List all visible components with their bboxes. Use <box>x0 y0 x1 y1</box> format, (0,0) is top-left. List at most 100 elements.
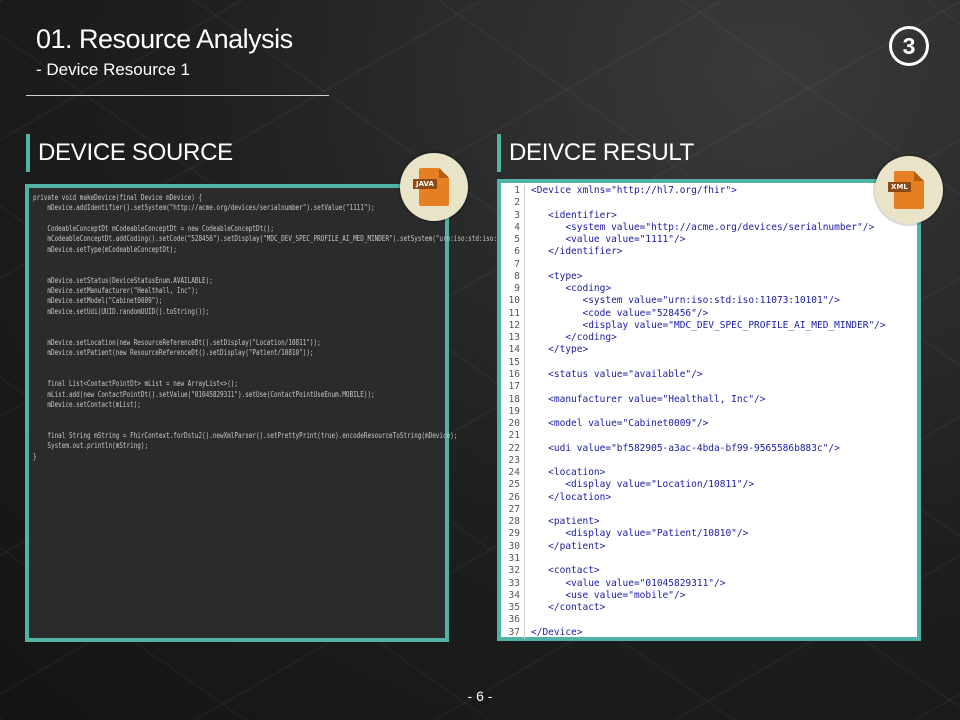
line-number: 1 <box>505 185 525 198</box>
result-code-text: </type> <box>531 344 589 356</box>
line-number: 36 <box>505 614 525 627</box>
line-number: 32 <box>505 565 525 578</box>
line-number: 11 <box>505 307 525 320</box>
java-icon-label: JAVA <box>413 179 437 189</box>
result-code-text: <type> <box>531 270 583 282</box>
result-code-line: 36 <box>505 614 913 627</box>
result-code-line: 8 <type> <box>505 270 913 284</box>
line-number: 5 <box>505 234 525 247</box>
result-code-line: 23 <box>505 454 913 468</box>
line-number: 8 <box>505 270 525 284</box>
result-code-line: 29 <display value="Patient/10810"/> <box>505 528 913 541</box>
result-code-line: 10 <system value="urn:iso:std:iso:11073:… <box>505 295 913 308</box>
source-code-line: mDevice.setModel("Cabinet0009"); <box>33 295 163 306</box>
result-code-line: 12 <display value="MDC_DEV_SPEC_PROFILE_… <box>505 319 913 333</box>
result-code-line: 37 </Device> <box>505 626 913 639</box>
result-code-line: 18 <manufacturer value="Healthall, Inc"/… <box>505 393 913 406</box>
line-number: 16 <box>505 368 525 382</box>
line-number: 13 <box>505 332 525 345</box>
result-code-text: <Device xmlns="http://hl7.org/fhir"> <box>531 185 737 196</box>
result-code-line: 11 <code value="528456"/> <box>505 307 913 320</box>
line-number: 23 <box>505 454 525 468</box>
line-number: 15 <box>505 356 525 369</box>
source-code-line: final List<ContactPointDt> mList = new A… <box>33 378 239 389</box>
result-code-line: 25 <display value="Location/10811"/> <box>505 479 913 492</box>
result-code-line: 7 <box>505 258 913 271</box>
xml-document-shape: XML <box>888 171 924 209</box>
result-code-line: 1 <Device xmlns="http://hl7.org/fhir"> <box>505 185 913 198</box>
result-code-line: 15 <box>505 356 913 369</box>
line-number: 7 <box>505 258 525 271</box>
result-code-line: 19 <box>505 405 913 419</box>
line-number: 30 <box>505 540 525 553</box>
java-document-shape: JAVA <box>413 168 449 206</box>
xml-result-code: 1 <Device xmlns="http://hl7.org/fhir"> 2 3 … <box>505 185 913 639</box>
source-code-line: System.out.println(mString); <box>33 440 149 451</box>
result-code-line: 20 <model value="Cabinet0009"/> <box>505 418 913 431</box>
line-number: 10 <box>505 295 525 308</box>
line-number: 22 <box>505 442 525 455</box>
xml-file-icon: XML <box>875 156 943 224</box>
result-code-line: 3 <identifier> <box>505 209 913 222</box>
source-code-line <box>33 420 407 430</box>
line-number: 24 <box>505 467 525 480</box>
result-code-panel: 1 <Device xmlns="http://hl7.org/fhir"> 2 3 … <box>497 179 921 641</box>
line-number: 2 <box>505 197 525 210</box>
result-code-text: <coding> <box>531 283 612 295</box>
result-code-line: 34 <use value="mobile"/> <box>505 589 913 603</box>
result-code-text: <value value="01045829311"/> <box>531 577 726 589</box>
result-code-text: <manufacturer value="Healthall, Inc"/> <box>531 393 766 405</box>
xml-icon-label: XML <box>888 182 911 192</box>
line-number: 4 <box>505 221 525 235</box>
line-number: 18 <box>505 393 525 406</box>
slide-subtitle: - Device Resource 1 <box>36 60 191 79</box>
source-code-line: mDevice.setContact(mList); <box>33 398 141 409</box>
line-number: 29 <box>505 528 525 541</box>
source-code-line: mDevice.setPatient(new ResourceReference… <box>33 347 314 358</box>
line-number: 21 <box>505 430 525 443</box>
result-code-line: 9 <coding> <box>505 283 913 296</box>
result-code-text: <value value="1111"/> <box>531 234 686 246</box>
result-code-text: <use value="mobile"/> <box>531 589 686 601</box>
source-code-line: mDevice.setManufacturer("Healthall, Inc"… <box>33 285 199 296</box>
result-code-line: 31 <box>505 552 913 566</box>
result-code-text: <code value="528456"/> <box>531 307 709 319</box>
result-code-text: <identifier> <box>531 209 617 221</box>
source-code-line: mList.add(new ContactPointDt().setValue(… <box>33 388 375 399</box>
result-code-line: 21 <box>505 430 913 443</box>
result-code-text: <display value="Patient/10810"/> <box>531 528 749 540</box>
result-code-line: 35 </contact> <box>505 602 913 615</box>
source-code-line <box>33 409 407 419</box>
result-code-text: </contact> <box>531 602 606 614</box>
line-number: 9 <box>505 283 525 296</box>
result-code-line: 5 <value value="1111"/> <box>505 234 913 247</box>
source-code-line: CodeableConceptDt mCodeableConceptDt = n… <box>33 223 274 234</box>
result-code-text: <system value="urn:iso:std:iso:11073:101… <box>531 295 840 307</box>
result-code-text: <status value="available"/> <box>531 368 703 380</box>
source-code-line: } <box>33 450 37 461</box>
source-code-line: mDevice.setStatus(DeviceStatusEnum.AVAIL… <box>33 274 213 285</box>
result-code-text: <contact> <box>531 565 600 577</box>
result-code-text: <display value="Location/10811"/> <box>531 479 755 491</box>
title-divider <box>26 95 329 96</box>
result-code-line: 16 <status value="available"/> <box>505 368 913 382</box>
line-number: 28 <box>505 516 525 529</box>
line-number: 6 <box>505 246 525 259</box>
result-code-text: </identifier> <box>531 246 623 258</box>
result-code-line: 22 <udi value="bf582905-a3ac-4bda-bf99-9… <box>505 442 913 455</box>
slide-title: 01. Resource Analysis <box>36 24 293 54</box>
result-code-line: 4 <system value="http://acme.org/devices… <box>505 221 913 235</box>
line-number: 37 <box>505 626 525 639</box>
source-code-line: private void makeDevice(final Device mDe… <box>33 192 203 202</box>
page-number: - 6 - <box>467 688 493 704</box>
result-code-line: 6 </identifier> <box>505 246 913 259</box>
source-code-line <box>33 358 407 368</box>
device-result-heading: DEIVCE RESULT <box>497 134 694 172</box>
source-code-line <box>33 254 407 264</box>
source-code-line: mDevice.setLocation(new ResourceReferenc… <box>33 336 321 347</box>
result-code-text: </coding> <box>531 332 617 344</box>
source-code-line <box>33 326 407 336</box>
source-code-line: mDevice.addIdentifier().setSystem("http:… <box>33 202 375 213</box>
line-number: 31 <box>505 552 525 566</box>
result-code-line: 17 <box>505 381 913 394</box>
